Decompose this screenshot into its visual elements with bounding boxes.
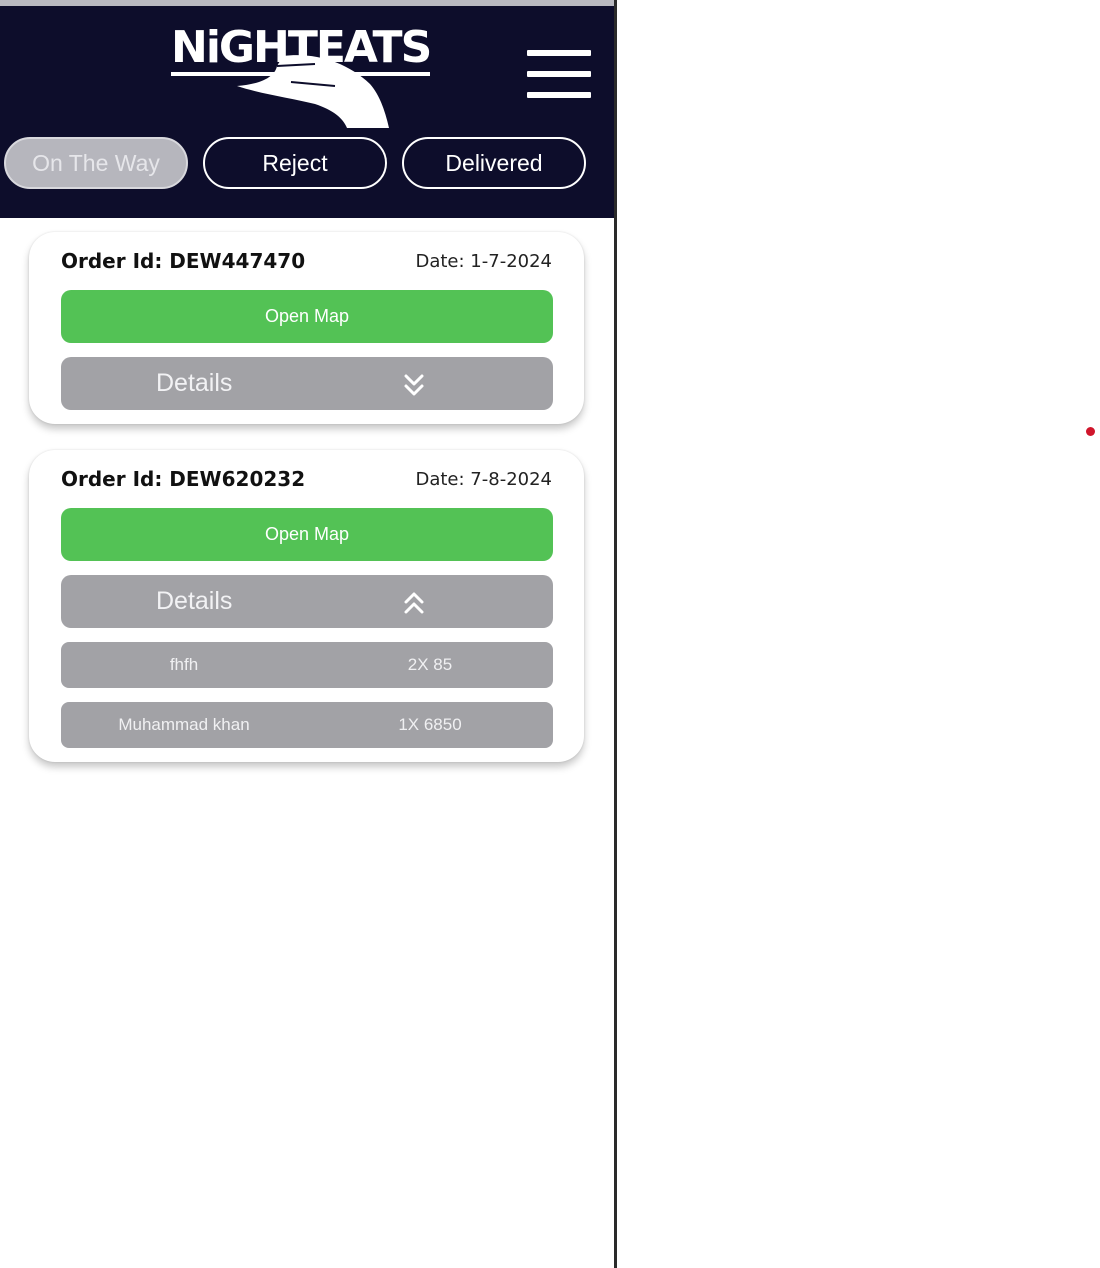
tab-on-the-way[interactable]: On The Way bbox=[4, 137, 188, 189]
page: NiGHTEATS On The Way Reject Delivered Or… bbox=[0, 0, 1100, 1268]
tab-reject[interactable]: Reject bbox=[203, 137, 387, 189]
details-toggle-button[interactable]: Details bbox=[61, 575, 553, 628]
tab-delivered[interactable]: Delivered bbox=[402, 137, 586, 189]
details-toggle-button[interactable]: Details bbox=[61, 357, 553, 410]
chevron-double-down-icon bbox=[404, 374, 424, 396]
open-map-button[interactable]: Open Map bbox=[61, 508, 553, 561]
order-item-row: Muhammad khan 1X 6850 bbox=[61, 702, 553, 748]
order-card: Order Id: DEW447470 Date: 1-7-2024 Open … bbox=[29, 232, 584, 424]
logo-text: NiGHTEATS bbox=[171, 26, 432, 76]
app-header: NiGHTEATS On The Way Reject Delivered bbox=[0, 6, 614, 218]
order-date: Date: 7-8-2024 bbox=[415, 468, 552, 490]
order-date: Date: 1-7-2024 bbox=[415, 250, 552, 272]
item-name: fhfh bbox=[169, 655, 199, 674]
details-label: Details bbox=[156, 587, 233, 615]
item-quantity-price: 1X 6850 bbox=[398, 715, 462, 734]
order-card: Order Id: DEW620232 Date: 7-8-2024 Open … bbox=[29, 450, 584, 762]
order-header: Order Id: DEW620232 Date: 7-8-2024 bbox=[61, 464, 552, 494]
app-screen: NiGHTEATS On The Way Reject Delivered Or… bbox=[0, 0, 617, 1268]
item-quantity-price: 2X 85 bbox=[407, 655, 453, 674]
details-label: Details bbox=[156, 369, 233, 397]
hamburger-menu-icon[interactable] bbox=[527, 50, 591, 98]
chevron-double-up-icon bbox=[404, 592, 424, 614]
item-name: Muhammad khan bbox=[118, 715, 250, 734]
status-tabs: On The Way Reject Delivered bbox=[0, 137, 614, 197]
order-list: Order Id: DEW447470 Date: 1-7-2024 Open … bbox=[29, 232, 584, 788]
order-id: Order Id: DEW447470 bbox=[61, 249, 306, 273]
open-map-button[interactable]: Open Map bbox=[61, 290, 553, 343]
order-id: Order Id: DEW620232 bbox=[61, 467, 306, 491]
order-item-row: fhfh 2X 85 bbox=[61, 642, 553, 688]
cursor-marker bbox=[1086, 427, 1095, 436]
order-header: Order Id: DEW447470 Date: 1-7-2024 bbox=[61, 246, 552, 276]
app-logo: NiGHTEATS bbox=[165, 24, 432, 134]
